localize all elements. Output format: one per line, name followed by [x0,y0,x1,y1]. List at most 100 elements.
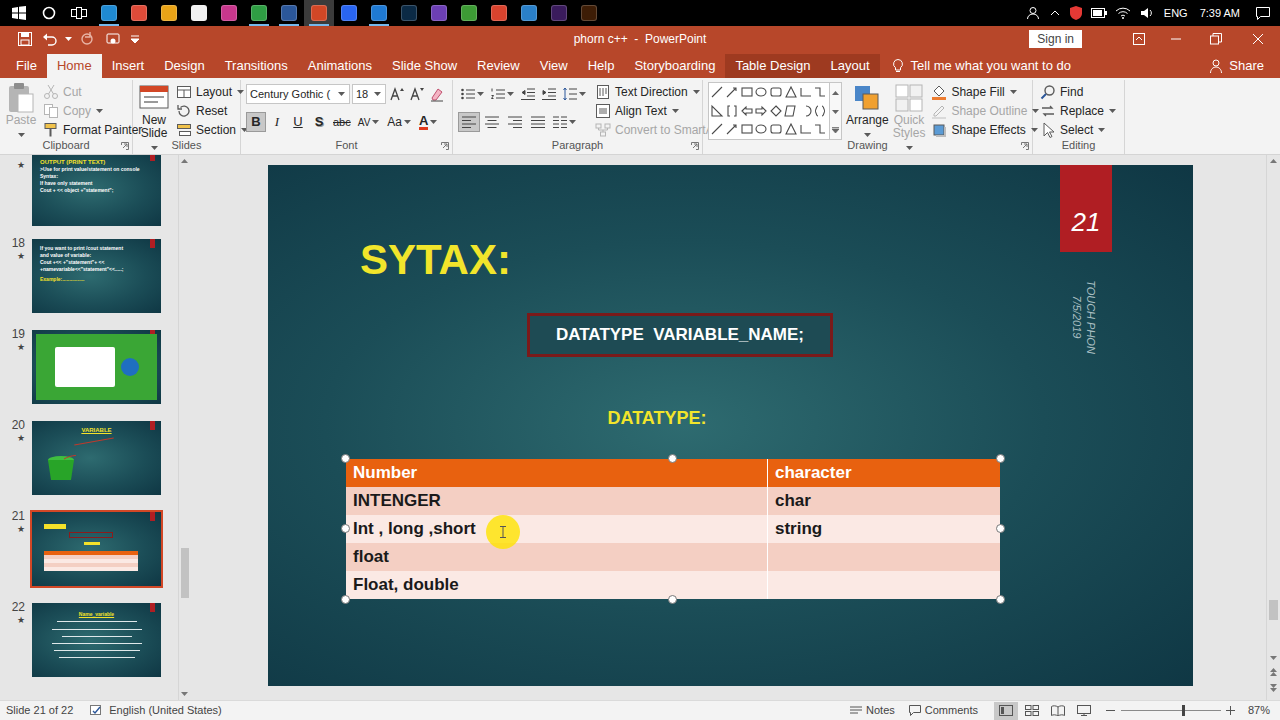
customize-toolbar-icon[interactable] [128,28,142,50]
dropdown-arrow-icon[interactable] [150,144,159,152]
scrollbar-thumb[interactable] [181,548,189,598]
close-icon[interactable] [1236,26,1280,52]
find-button[interactable]: Find [1038,82,1119,101]
ribbon-tab[interactable]: Review [467,54,530,78]
increase-indent-button[interactable] [539,84,559,104]
shape-icon[interactable] [740,102,754,120]
dialog-launcher-icon[interactable] [440,141,449,150]
taskbar-app[interactable] [544,0,574,26]
taskbar-app[interactable] [244,0,274,26]
resize-handle[interactable] [668,454,677,463]
table-cell[interactable] [768,543,1000,571]
reading-view-button[interactable] [1046,702,1070,720]
font-format-button[interactable]: I [267,112,287,132]
taskbar-app[interactable] [574,0,604,26]
scroll-up-icon[interactable] [181,155,188,167]
taskbar-app[interactable] [274,0,304,26]
tell-me-text[interactable]: Tell me what you want to do [911,56,1071,76]
shape-outline-button[interactable]: Shape Outline [929,101,1042,120]
resize-handle[interactable] [668,595,677,604]
taskbar-app[interactable] [94,0,124,26]
font-size-field[interactable]: 18 [352,84,386,104]
speaker-icon[interactable] [1138,4,1156,22]
dropdown-arrow-icon[interactable] [476,90,485,98]
shape-icon[interactable] [813,102,827,120]
dropdown-arrow-icon[interactable] [17,131,26,139]
taskbar-app[interactable] [454,0,484,26]
ribbon-tab[interactable]: Table Design [725,54,820,78]
format-painter-button[interactable]: Format Painter [41,120,144,139]
scroll-up-icon[interactable] [830,83,841,102]
reset-button[interactable]: Reset [174,101,251,120]
shape-icon[interactable] [784,120,798,138]
normal-view-button[interactable] [994,702,1018,720]
align-right-button[interactable] [504,112,526,132]
ribbon-tab[interactable]: Home [47,54,102,78]
line-spacing-button[interactable] [560,84,589,104]
shape-icon[interactable] [784,102,798,120]
more-shapes-icon[interactable] [830,121,841,139]
clear-formatting-icon[interactable] [428,85,446,103]
ribbon-tab[interactable]: Transitions [215,54,298,78]
next-slide-icon[interactable] [1270,680,1277,696]
ribbon-display-options-icon[interactable] [1122,26,1156,52]
datatype-label[interactable]: DATATYPE: [577,405,737,432]
paste-button[interactable]: Paste [5,82,37,140]
language-indicator[interactable]: English (United States) [109,702,222,719]
share-button[interactable]: Share [1208,54,1280,78]
save-icon[interactable] [14,28,36,50]
zoom-out-icon[interactable] [1106,706,1116,716]
thumbnail-slot[interactable]: 21★ [0,510,178,601]
windows-logo-icon[interactable] [4,0,34,26]
input-language[interactable]: ENG [1162,5,1190,22]
layout-button[interactable]: Layout [174,82,251,101]
shape-fill-button[interactable]: Shape Fill [929,82,1042,101]
slide-thumbnail[interactable]: OUTPUT (PRINT TEXT)>Use for print value/… [30,155,163,228]
redo-icon[interactable] [76,28,98,50]
scroll-up-icon[interactable] [1270,155,1277,167]
table-row[interactable]: Int , long ,shortstring [346,515,1000,543]
ribbon-tab[interactable]: Help [578,54,625,78]
thumbnail-slot[interactable]: ★OUTPUT (PRINT TEXT)>Use for print value… [0,155,178,237]
tell-me-box[interactable]: Tell me what you want to do [890,54,1071,78]
section-button[interactable]: Section [174,120,251,139]
columns-button[interactable] [550,112,579,132]
font-family-field[interactable]: Century Gothic ( [246,84,350,104]
shape-icon[interactable] [754,102,768,120]
battery-icon[interactable] [1090,4,1108,22]
increase-font-size-icon[interactable] [388,85,406,103]
thumbnail-slot[interactable]: 22★Name_variable [0,601,178,692]
dialog-launcher-icon[interactable] [690,141,699,150]
minimize-icon[interactable] [1156,26,1196,52]
scroll-down-icon[interactable] [181,688,188,700]
taskbar-app[interactable] [304,0,334,26]
resize-handle[interactable] [341,454,350,463]
ribbon-tab[interactable]: File [6,54,47,78]
decrease-indent-button[interactable] [518,84,538,104]
dropdown-arrow-icon[interactable] [1097,126,1106,134]
thumbnail-slot[interactable]: 18★If you want to print /cout statementa… [0,237,178,328]
font-format-button[interactable]: U [288,112,308,132]
zoom-slider-thumb[interactable] [1182,705,1185,716]
resize-handle[interactable] [996,524,1005,533]
dropdown-arrow-icon[interactable] [371,118,380,126]
taskbar-app[interactable] [514,0,544,26]
dropdown-arrow-icon[interactable] [863,131,872,139]
dropdown-arrow-icon[interactable] [1009,88,1018,96]
datatype-table[interactable]: NumbercharacterINTENGERcharInt , long ,s… [346,459,1000,599]
shape-icon[interactable] [725,102,739,120]
thumbnail-slot[interactable]: 19★ [0,328,178,419]
resize-handle[interactable] [341,524,350,533]
shape-icon[interactable] [754,120,768,138]
dropdown-arrow-icon[interactable] [671,107,680,115]
table-cell[interactable]: string [768,515,1000,543]
people-icon[interactable] [1024,4,1042,22]
font-format-button[interactable]: B [246,112,266,132]
shape-icon[interactable] [799,120,813,138]
table-cell[interactable]: float [346,543,768,571]
slide-thumbnail[interactable] [30,510,163,588]
dropdown-arrow-icon[interactable] [568,118,577,126]
bullets-button[interactable] [458,84,487,104]
shape-icon[interactable] [769,102,783,120]
taskbar-app[interactable] [154,0,184,26]
